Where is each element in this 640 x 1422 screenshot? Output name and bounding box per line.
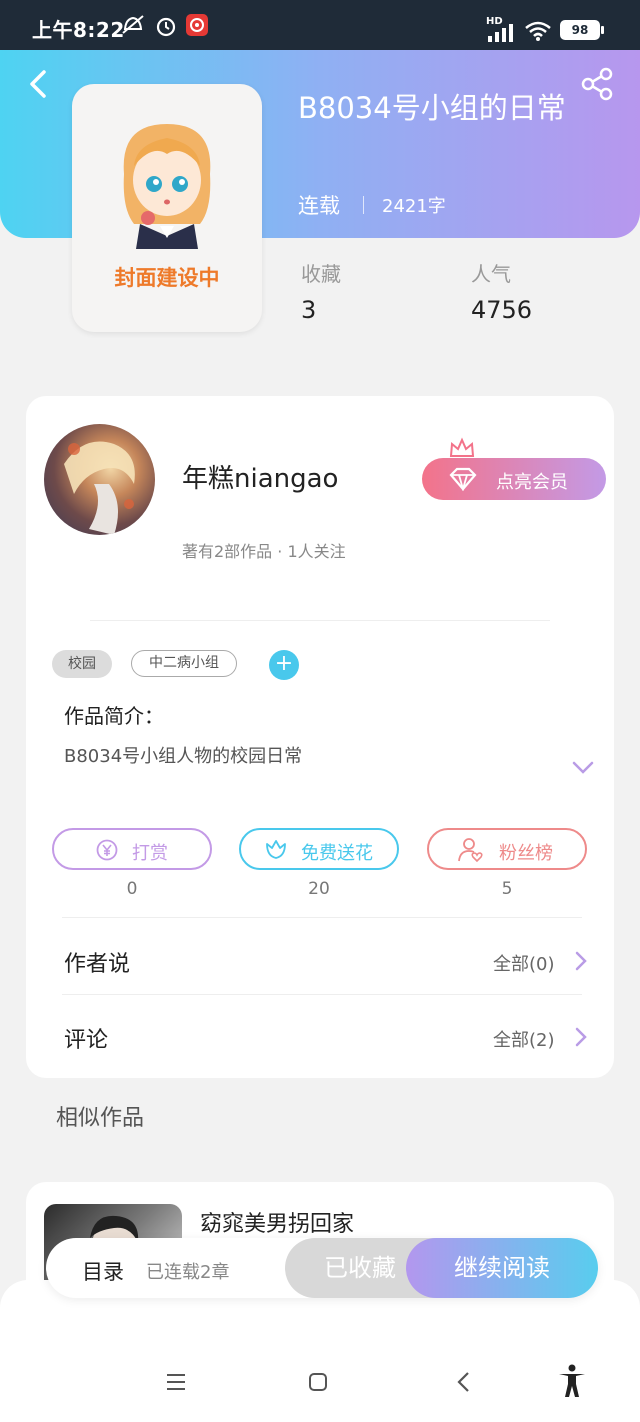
book-title: B8034号小组的日常 xyxy=(298,91,566,125)
fan-ranking-label: 粉丝榜 xyxy=(499,843,553,864)
comments-title: 评论 xyxy=(64,1028,109,1053)
tag-chip[interactable]: 中二病小组 xyxy=(131,650,237,677)
author-notes-link[interactable]: 全部(0) xyxy=(493,950,555,976)
back-button[interactable] xyxy=(24,64,58,104)
add-tag-button[interactable]: + xyxy=(269,650,299,680)
intro-text: B8034号小组人物的校园日常 xyxy=(64,746,303,767)
similar-works-heading: 相似作品 xyxy=(56,1106,145,1131)
accessibility-icon xyxy=(559,1364,585,1397)
crown-icon xyxy=(448,436,476,460)
back-arrow-icon xyxy=(30,70,46,98)
author-name[interactable]: 年糕niangao xyxy=(182,458,338,495)
cover-illustration xyxy=(123,124,211,249)
word-count: 2421字 xyxy=(382,196,446,217)
cover-placeholder-text: 封面建设中 xyxy=(114,266,220,290)
similar-work-title[interactable]: 窈窕美男拐回家 xyxy=(200,1206,354,1238)
send-flower-label: 免费送花 xyxy=(301,843,373,864)
tip-button[interactable]: 打赏 xyxy=(52,828,212,870)
diamond-icon xyxy=(449,467,477,491)
flower-count: 20 xyxy=(308,879,330,899)
continue-reading-button[interactable]: 继续阅读 xyxy=(406,1238,598,1298)
accessibility-button[interactable] xyxy=(556,1364,588,1398)
divider xyxy=(90,620,550,621)
vip-button-label: 点亮会员 xyxy=(496,472,568,493)
author-avatar[interactable] xyxy=(44,424,155,535)
fan-ranking-button[interactable]: 粉丝榜 xyxy=(427,828,587,870)
divider xyxy=(62,917,582,918)
mute-icon xyxy=(120,14,146,41)
tip-button-label: 打赏 xyxy=(132,843,168,864)
app-badge-icon xyxy=(186,14,208,41)
status-bar: 上午8:22 HD 98 xyxy=(0,0,640,50)
divider xyxy=(62,994,582,995)
toc-button[interactable]: 目录 xyxy=(82,1256,124,1286)
wifi-icon xyxy=(524,20,552,46)
bottom-panel xyxy=(0,1280,640,1422)
author-notes-title: 作者说 xyxy=(64,952,131,977)
serial-status: 连载 xyxy=(298,194,340,218)
comments-link[interactable]: 全部(2) xyxy=(493,1026,555,1052)
expand-intro-button[interactable] xyxy=(572,758,594,778)
user-heart-icon xyxy=(458,838,483,863)
chevron-right-icon xyxy=(574,1026,588,1048)
alarm-icon xyxy=(154,14,178,43)
chevron-right-icon xyxy=(574,950,588,972)
stat-label-popularity: 人气 xyxy=(471,262,511,286)
avatar-illustration xyxy=(64,441,135,535)
signal-icon xyxy=(488,24,518,46)
fan-count: 5 xyxy=(501,879,513,899)
plus-icon: + xyxy=(274,651,294,676)
stat-label-favorites: 收藏 xyxy=(301,262,341,286)
battery-icon: 98 xyxy=(560,20,604,40)
stat-value-popularity: 4756 xyxy=(471,296,533,324)
send-flower-button[interactable]: 免费送花 xyxy=(239,828,399,870)
chapter-count: 已连载2章 xyxy=(146,1262,230,1283)
intro-heading: 作品简介： xyxy=(64,704,164,728)
yen-coin-icon xyxy=(96,839,118,861)
home-square-icon xyxy=(309,1373,327,1391)
flower-icon xyxy=(266,840,286,859)
tip-count: 0 xyxy=(126,879,138,899)
divider xyxy=(363,196,364,214)
home-nav-button[interactable] xyxy=(304,1368,332,1396)
book-cover[interactable]: 封面建设中 xyxy=(72,84,262,332)
author-stats: 著有2部作品 · 1人关注 xyxy=(182,542,346,561)
back-nav-button[interactable] xyxy=(450,1368,478,1396)
vip-button[interactable]: 点亮会员 xyxy=(422,458,606,500)
chevron-down-icon xyxy=(572,761,594,774)
stat-value-favorites: 3 xyxy=(301,296,317,324)
status-time: 上午8:22 xyxy=(32,18,125,42)
tag-chip[interactable]: 校园 xyxy=(52,650,112,678)
menu-icon xyxy=(167,1374,185,1390)
menu-nav-button[interactable] xyxy=(162,1368,190,1396)
back-chevron-icon xyxy=(457,1372,469,1392)
